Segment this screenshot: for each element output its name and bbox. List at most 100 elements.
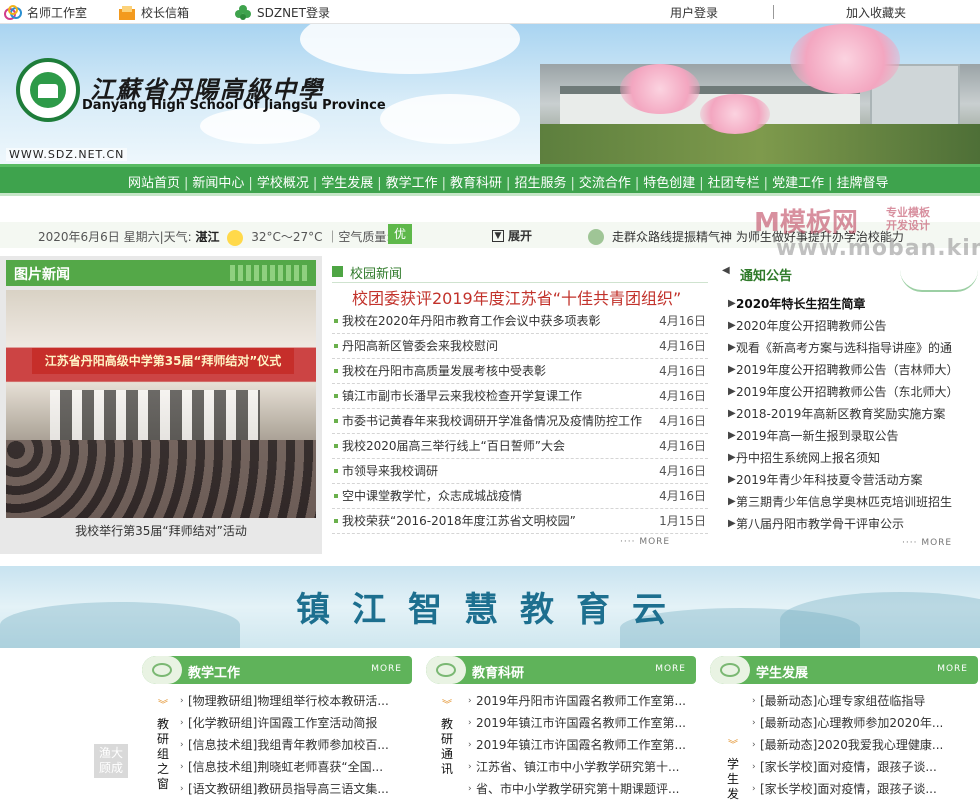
nav-supervision[interactable]: 挂牌督导 <box>836 172 888 191</box>
news-title: 我校在丹阳市高质量发展考核中受表彰 <box>342 364 547 378</box>
sun-icon <box>227 229 244 246</box>
nav-exchange[interactable]: 交流合作 | <box>579 172 643 191</box>
news-item[interactable]: 市委书记黄春年来我校调研开学准备情况及疫情防控工作 4月16日 <box>332 409 708 434</box>
list-item[interactable]: › [最新动态]心理专家组莅临指导 <box>752 690 978 712</box>
nav-clubs[interactable]: 社团专栏 | <box>708 172 772 191</box>
nav-featured[interactable]: 特色创建 | <box>643 172 707 191</box>
news-item[interactable]: 我校在丹阳市高质量发展考核中受表彰 4月16日 <box>332 359 708 384</box>
school-logo[interactable] <box>16 58 80 122</box>
expand-button[interactable]: ▼ 展开 <box>492 227 532 244</box>
swirl-icon <box>142 656 182 684</box>
list-item[interactable]: › [化学教研组]许国霞工作室活动简报 <box>180 712 410 734</box>
notice-item[interactable]: ▶ 第八届丹阳市教学骨干评审公示 <box>724 513 978 535</box>
master-teacher-link[interactable]: 名师工作室 <box>4 4 87 21</box>
research-more-link[interactable]: MORE <box>655 664 686 674</box>
notice-title-text: 2019年高一新生报到录取公告 <box>736 429 899 443</box>
campus-news-more-link[interactable]: ···· MORE <box>620 537 670 547</box>
campus-news-header: 校园新闻 <box>332 261 708 283</box>
notice-title-text: 观看《新高考方案与选科指导讲座》的通 <box>736 341 953 355</box>
student-more-link[interactable]: MORE <box>937 664 968 674</box>
list-item[interactable]: › 省、市中小学教学研究第十期课题评... <box>468 778 698 800</box>
news-item[interactable]: 丹阳高新区管委会来我校慰问 4月16日 <box>332 334 708 359</box>
arrow-right-icon: › <box>468 696 472 706</box>
notice-item[interactable]: ▶ 2019年青少年科技夏令营活动方案 <box>724 469 978 491</box>
cloud-decoration <box>300 24 520 74</box>
arrow-right-icon: ▶ <box>728 320 736 331</box>
bullet-icon <box>334 394 338 398</box>
arrow-right-icon: › <box>180 696 184 706</box>
notice-list: ▶ 2020年特长生招生简章 ▶ 2020年度公开招聘教师公告 ▶ 观看《新高考方案与… <box>724 293 978 535</box>
notice-item[interactable]: ▶ 观看《新高考方案与选科指导讲座》的通 <box>724 337 978 359</box>
list-item[interactable]: › [信息技术组]荆晓虹老师喜获“全国... <box>180 756 410 778</box>
arrow-down-icon: ▼ <box>492 229 504 242</box>
list-item[interactable]: › 2019年丹阳市许国霞名教师工作室第... <box>468 690 698 712</box>
news-item[interactable]: 我校2020届高三举行线上“百日誓师”大会 4月16日 <box>332 434 708 459</box>
list-item[interactable]: › 江苏省、镇江市中小学教学研究第十... <box>468 756 698 778</box>
notice-more-link[interactable]: ···· MORE <box>902 538 952 548</box>
notice-item[interactable]: ▶ 2019年度公开招聘教师公告（吉林师大） <box>724 359 978 381</box>
principal-mailbox-link[interactable]: 校长信箱 <box>118 4 189 21</box>
list-item[interactable]: › [家长学校]面对疫情，跟孩子谈... <box>752 778 978 800</box>
list-item[interactable]: › [信息技术组]我组青年教师参加校百... <box>180 734 410 756</box>
news-title: 我校荣获“2016-2018年度江苏省文明校园” <box>342 514 576 528</box>
nav-school-overview-label: 学校概况 <box>256 176 309 191</box>
top-bar: 名师工作室 校长信箱 SDZNET登录 用户登录 加入收藏夹 <box>0 0 980 24</box>
photo-caption[interactable]: 我校举行第35届“拜师结对”活动 <box>6 522 316 539</box>
news-item[interactable]: 镇江市副市长潘早云来我校检查开学复课工作 4月16日 <box>332 384 708 409</box>
arrow-right-icon: ▶ <box>728 452 736 463</box>
list-item[interactable]: › [最新动态]2020我爱我心理健康... <box>752 734 978 756</box>
bullet-icon <box>334 519 338 523</box>
list-item[interactable]: › 2019年镇江市许国霞名教师工作室第... <box>468 734 698 756</box>
swirl-decoration <box>900 270 978 292</box>
research-side-label: ︾ 教研通讯 <box>440 700 453 776</box>
list-item[interactable]: › [家长学校]面对疫情，跟孩子谈... <box>752 756 978 778</box>
news-date: 1月15日 <box>659 514 706 528</box>
nav-news-center[interactable]: 新闻中心 | <box>192 172 256 191</box>
date-text: 2020年6月6日 星期六|天气: <box>38 230 192 244</box>
mountain-decoration <box>780 592 980 648</box>
nav-party-work[interactable]: 党建工作 | <box>772 172 836 191</box>
arrow-right-icon: ▶ <box>728 430 736 441</box>
bullet-icon <box>334 419 338 423</box>
smart-education-banner[interactable]: 镇江智慧教育云 <box>0 566 980 648</box>
campus-news-title: 校园新闻 <box>350 267 403 282</box>
news-date: 4月16日 <box>659 314 706 328</box>
add-favorite-link[interactable]: 加入收藏夹 <box>846 4 906 21</box>
list-item[interactable]: › 2019年镇江市许国霞名教师工作室第... <box>468 712 698 734</box>
nav-education-research[interactable]: 教育科研 | <box>450 172 514 191</box>
teaching-more-link[interactable]: MORE <box>371 664 402 674</box>
photo-people <box>50 390 260 440</box>
list-item[interactable]: › [语文教研组]教研员指导高三语文集... <box>180 778 410 800</box>
teaching-title: 教学工作 <box>188 666 241 681</box>
scrolling-notice[interactable]: 走群众路线提振精气神 为师生做好事提升办学治校能力 <box>588 228 908 245</box>
nav-home[interactable]: 网站首页 | <box>128 172 192 191</box>
user-login-link[interactable]: 用户登录 <box>670 4 718 21</box>
arrow-right-icon: › <box>180 762 184 772</box>
nav-student-development[interactable]: 学生发展 | <box>321 172 385 191</box>
notice-item[interactable]: ▶ 2018-2019年高新区教育奖励实施方案 <box>724 403 978 425</box>
arrow-right-icon: ▶ <box>728 342 736 353</box>
notice-item[interactable]: ▶ 丹中招生系统网上报名须知 <box>724 447 978 469</box>
news-item[interactable]: 市领导来我校调研 4月16日 <box>332 459 708 484</box>
news-item[interactable]: 空中课堂教学忙，众志成城战疫情 4月16日 <box>332 484 708 509</box>
notice-item[interactable]: ▶ 2019年高一新生报到录取公告 <box>724 425 978 447</box>
nav-news-center-label: 新闻中心 <box>192 176 245 191</box>
list-item[interactable]: › [最新动态]心理教师参加2020年... <box>752 712 978 734</box>
news-item[interactable]: 我校荣获“2016-2018年度江苏省文明校园” 1月15日 <box>332 509 708 534</box>
nav-admissions[interactable]: 招生服务 | <box>514 172 578 191</box>
notice-item[interactable]: ▶ 2020年特长生招生简章 <box>724 293 978 315</box>
nav-school-overview[interactable]: 学校概况 | <box>257 172 321 191</box>
news-date: 4月16日 <box>659 339 706 353</box>
swirl-icon <box>426 656 466 684</box>
photo-event-banner: 江苏省丹阳高级中学第35届“拜师结对”仪式 <box>32 348 294 374</box>
notice-item[interactable]: ▶ 第三期青少年信息学奥林匹克培训班招生 <box>724 491 978 513</box>
list-item[interactable]: › [物理教研组]物理组举行校本教研活... <box>180 690 410 712</box>
news-item[interactable]: 我校在2020年丹阳市教育工作会议中获多项表彰 4月16日 <box>332 309 708 334</box>
chevron-down-icon: ︾ <box>158 700 168 711</box>
notice-item[interactable]: ▶ 2020年度公开招聘教师公告 <box>724 315 978 337</box>
news-photo[interactable]: 江苏省丹阳高级中学第35届“拜师结对”仪式 <box>6 290 316 518</box>
campus-news-headline[interactable]: 校团委获评2019年度江苏省“十佳共青团组织” <box>352 285 681 309</box>
sdznet-login-link[interactable]: SDZNET登录 <box>234 4 330 21</box>
notice-item[interactable]: ▶ 2019年度公开招聘教师公告（东北师大） <box>724 381 978 403</box>
nav-teaching-work[interactable]: 教学工作 | <box>386 172 450 191</box>
